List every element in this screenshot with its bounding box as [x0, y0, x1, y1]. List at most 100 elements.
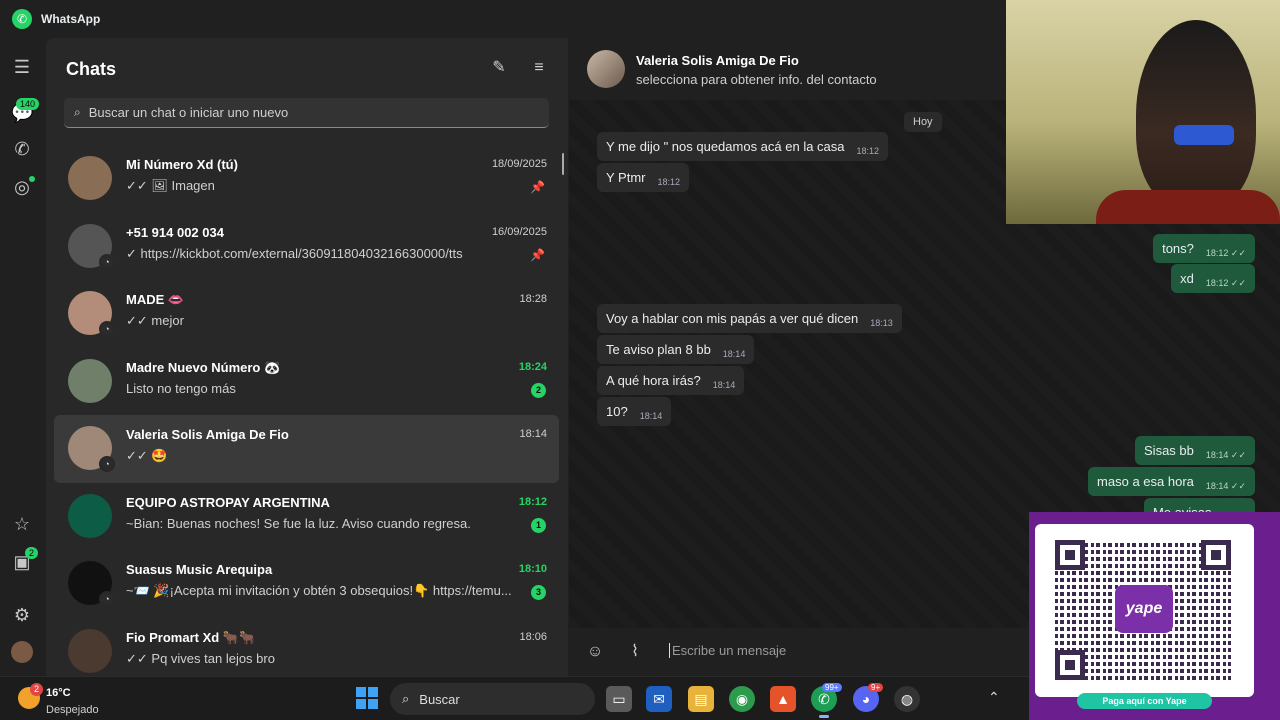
chat-list-item[interactable]: Mi Número Xd (tú) ✓✓ 🖼 Imagen 18/09/2025 📌 — [54, 145, 559, 213]
incoming-message[interactable]: Voy a hablar con mis papás a ver qué dic… — [597, 304, 902, 333]
outlook-icon[interactable]: ✉ — [646, 686, 672, 712]
taskbar-search[interactable]: ⌕ Buscar — [390, 683, 595, 715]
chat-avatar — [68, 628, 112, 673]
qr-finder — [1201, 540, 1231, 570]
message-time: 18:14 — [712, 380, 736, 390]
chat-avatar — [68, 493, 112, 538]
whatsapp-taskbar-badge: 99+ — [822, 683, 842, 692]
pin-icon: 📌 — [530, 180, 545, 194]
chat-list-item[interactable]: ◔ +51 914 002 034 ✓ https://kickbot.com/ex… — [54, 213, 559, 281]
chat-list-scrollbar[interactable] — [562, 153, 564, 175]
message-time: 18:14 — [722, 349, 746, 359]
qr-finder — [1055, 540, 1085, 570]
contact-avatar[interactable] — [587, 50, 625, 88]
incoming-message[interactable]: 10? 18:14 — [597, 397, 672, 426]
chat-time: 18/09/2025 — [491, 158, 547, 170]
chat-time: 16/09/2025 — [491, 225, 547, 238]
emoji-icon[interactable]: ☺ — [585, 642, 605, 662]
unread-badge: 1 — [531, 517, 546, 533]
chat-time: 18:12 — [518, 495, 547, 508]
start-button[interactable] — [356, 687, 378, 709]
chat-preview: ✓ https://kickbot.com/external/360911804… — [126, 245, 463, 261]
attach-icon[interactable]: ⌇ — [625, 642, 645, 662]
chat-name: Madre Nuevo Número 🐼 — [126, 359, 281, 375]
outgoing-message[interactable]: xd 18:12 ✓✓ — [1171, 264, 1255, 293]
starred-icon[interactable]: ☆ — [11, 513, 33, 535]
chat-list: Mi Número Xd (tú) ✓✓ 🖼 Imagen 18/09/2025 📌 ◔… — [54, 145, 559, 685]
pin-icon: 📌 — [530, 247, 545, 262]
chat-name: Fio Promart Xd 🐂🐂 — [126, 629, 256, 645]
chat-preview: Listo no tengo más — [126, 380, 236, 396]
chats-heading: Chats — [66, 59, 117, 79]
tray-chevron-icon[interactable]: ⌃ — [988, 689, 1000, 706]
chrome-icon[interactable]: ◉ — [729, 686, 755, 712]
search-input[interactable]: ⌕ Buscar un chat o iniciar uno nuevo — [64, 98, 549, 128]
new-chat-icon[interactable]: ✎ — [489, 58, 509, 78]
chat-list-item[interactable]: ◔ MADE 👄 ✓✓ mejor 18:28 — [54, 280, 559, 348]
outgoing-message[interactable]: maso a esa hora 18:14 ✓✓ — [1088, 467, 1255, 496]
chat-time: 18:06 — [519, 630, 547, 643]
settings-icon[interactable]: ⚙ — [11, 604, 33, 626]
chat-avatar: ◔ — [68, 561, 115, 607]
webcam-person — [1136, 20, 1256, 210]
task-view-icon[interactable]: ▭ — [606, 686, 632, 712]
message-time: 18:14 — [639, 411, 663, 421]
chat-name: MADE 👄 — [126, 292, 185, 307]
weather-badge: 2 — [30, 683, 43, 696]
menu-icon[interactable]: ☰ — [11, 56, 33, 78]
contact-subtitle: selecciona para obtener info. del contac… — [636, 72, 877, 87]
message-time: 18:12 ✓✓ — [1205, 278, 1246, 288]
chat-preview: ✓✓ 🖼 Imagen — [126, 178, 215, 193]
chat-preview: ✓✓ 🤩 — [126, 448, 168, 463]
chat-list-item[interactable]: Fio Promart Xd 🐂🐂 ✓✓ Pq vives tan lejos b… — [54, 618, 559, 686]
brave-icon[interactable]: ▲ — [770, 686, 796, 712]
message-time: 18:14 ✓✓ — [1205, 450, 1246, 460]
chat-name: Suasus Music Arequipa — [126, 562, 273, 577]
filter-icon[interactable]: ≡ — [529, 58, 549, 78]
message-time: 18:14 ✓✓ — [1205, 481, 1246, 491]
message-time: 18:12 — [856, 146, 880, 156]
chat-preview: ✓✓ mejor — [126, 313, 184, 328]
unread-badge: 2 — [531, 382, 546, 398]
message-text: Y Ptmr — [606, 170, 646, 185]
message-time: 18:12 ✓✓ — [1205, 248, 1246, 258]
message-input[interactable]: Escribe un mensaje — [669, 643, 786, 658]
chat-name: Valeria Solis Amiga De Fio — [126, 427, 289, 442]
chat-avatar: ◔ — [68, 223, 115, 270]
calls-icon[interactable]: ✆ — [11, 138, 33, 160]
chat-name: EQUIPO ASTROPAY ARGENTINA — [126, 494, 330, 510]
chat-list-item[interactable]: ◔ Suasus Music Arequipa ~📨 🎉¡Acepta mi inv… — [54, 550, 559, 618]
chat-list-item[interactable]: EQUIPO ASTROPAY ARGENTINA ~Bian: Buenas n… — [54, 483, 559, 551]
chat-list-item[interactable]: ◔ Valeria Solis Amiga De Fio ✓✓ 🤩 18:14 — [54, 415, 559, 483]
chat-avatar: ◔ — [68, 426, 115, 472]
whatsapp-logo-icon: ✆ — [12, 9, 32, 29]
unread-badge: 3 — [531, 585, 546, 600]
yape-qr-overlay: yape Paga aquí con Yape — [1029, 512, 1280, 720]
message-text: Te aviso plan 8 bb — [606, 342, 711, 357]
title-bar: ✆ WhatsApp — [0, 0, 1006, 38]
message-text: 10? — [606, 404, 628, 419]
incoming-message[interactable]: A qué hora irás? 18:14 — [597, 366, 745, 395]
window-title: WhatsApp — [41, 12, 101, 26]
weather-temp: 16°C — [46, 687, 71, 699]
search-icon: ⌕ — [74, 105, 81, 119]
incoming-message[interactable]: Te aviso plan 8 bb 18:14 — [597, 335, 755, 364]
chat-time: 18:14 — [519, 428, 547, 440]
chat-time: 18:10 — [518, 563, 547, 575]
chat-preview: ~📨 🎉¡Acepta mi invitación y obtén 3 obse… — [126, 583, 512, 598]
message-text: xd — [1180, 271, 1194, 286]
incoming-message[interactable]: Y Ptmr 18:12 — [597, 163, 690, 192]
profile-avatar[interactable] — [11, 641, 33, 663]
file-explorer-icon[interactable]: ▤ — [688, 686, 714, 712]
outgoing-message[interactable]: Sisas bb 18:14 ✓✓ — [1135, 436, 1255, 465]
incoming-message[interactable]: Y me dijo " nos quedamos acá en la casa 1… — [597, 132, 889, 161]
chat-avatar — [68, 156, 112, 200]
status-ring-icon: ◔ — [99, 456, 115, 472]
obs-icon[interactable]: ◍ — [894, 686, 920, 712]
status-ring-icon: ◔ — [99, 253, 115, 270]
message-time: 18:12 — [657, 177, 681, 187]
outgoing-message[interactable]: tons? 18:12 ✓✓ — [1153, 234, 1255, 263]
chat-list-item[interactable]: Madre Nuevo Número 🐼 Listo no tengo más 18… — [54, 348, 559, 416]
day-divider: Hoy — [904, 112, 942, 132]
contact-name: Valeria Solis Amiga De Fio — [636, 53, 799, 68]
